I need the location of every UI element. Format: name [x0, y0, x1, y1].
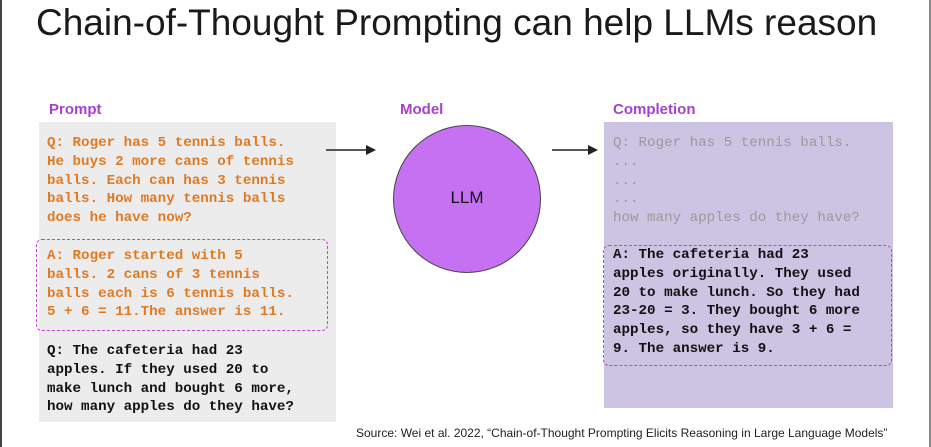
completion-answer-highlight	[603, 245, 892, 366]
slide-title: Chain-of-Thought Prompting can help LLMs…	[36, 2, 878, 43]
completion-echo-prompt: Q: Roger has 5 tennis balls. ... ... ...…	[613, 135, 860, 227]
llm-model-circle: LLM	[393, 125, 541, 273]
prompt-new-question: Q: The cafeteria had 23 apples. If they …	[47, 343, 294, 416]
model-label: Model	[400, 101, 444, 118]
source-citation: Source: Wei et al. 2022, “Chain-of-Thoug…	[356, 426, 888, 440]
completion-label: Completion	[613, 101, 696, 118]
arrow-model-to-completion	[552, 145, 598, 155]
arrow-prompt-to-model	[326, 145, 376, 155]
frame-left-border	[0, 0, 2, 447]
prompt-label: Prompt	[49, 101, 102, 118]
prompt-answer-highlight	[36, 239, 328, 331]
prompt-example-question: Q: Roger has 5 tennis balls. He buys 2 m…	[47, 135, 294, 227]
llm-label: LLM	[450, 188, 484, 207]
